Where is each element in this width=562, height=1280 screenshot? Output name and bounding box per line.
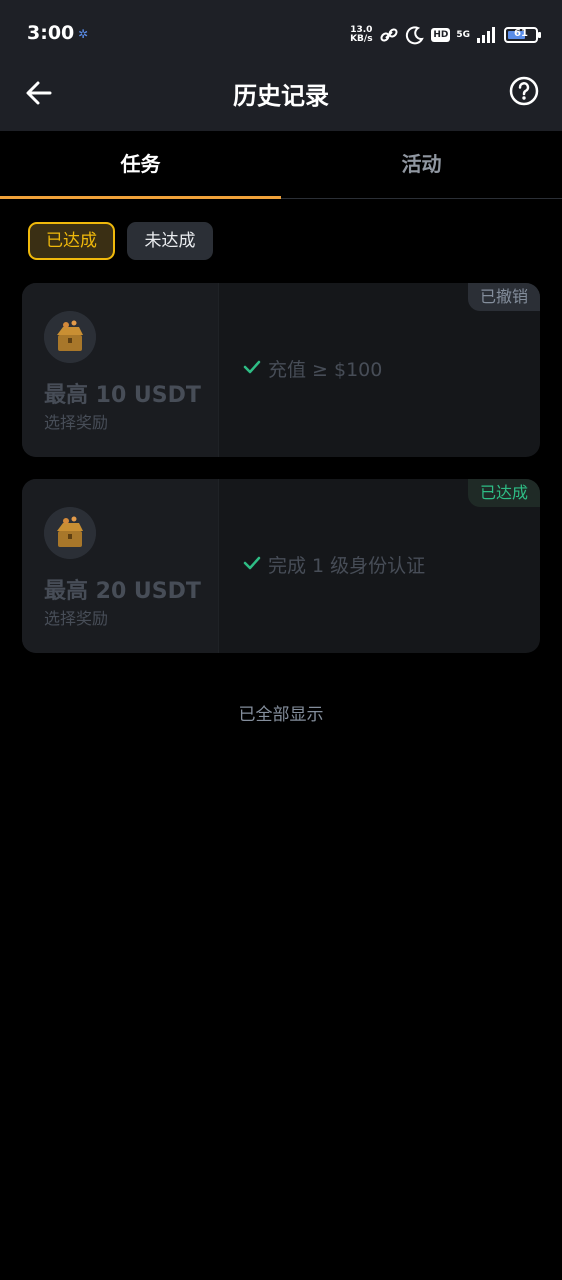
tab-tasks[interactable]: 任务: [0, 131, 281, 199]
app-bar: 历史记录: [0, 66, 562, 131]
card-divider: [218, 479, 219, 653]
reward-subtitle: 选择奖励: [44, 609, 109, 628]
all-shown-note: 已全部显示: [238, 705, 324, 725]
network-speed: 13.0 KB/s: [349, 26, 373, 44]
moon-icon: [406, 26, 425, 45]
task-requirement: 充值 ≥ $100: [268, 359, 383, 381]
reward-panel: 最高 10 USDT 选择奖励: [22, 283, 218, 457]
status-badge: 已撤销: [467, 283, 540, 311]
status-badge: 已达成: [467, 479, 540, 507]
battery-cap: [538, 32, 541, 38]
status-time: 3:00: [27, 22, 75, 44]
hd-icon: HD: [431, 28, 451, 42]
check-icon: [243, 556, 261, 570]
reward-title: 最高 20 USDT: [44, 579, 201, 604]
task-card[interactable]: 最高 20 USDT 选择奖励 完成 1 级身份认证 已达成: [22, 479, 540, 653]
reward-subtitle: 选择奖励: [44, 413, 109, 432]
network-type: 5G: [456, 29, 470, 40]
link-icon: [380, 28, 398, 42]
task-card[interactable]: 最高 10 USDT 选择奖励 充值 ≥ $100 已撤销: [22, 283, 540, 457]
status-icons: 13.0 KB/s HD 5G 61: [349, 22, 541, 48]
treasure-chest-icon: [44, 507, 96, 559]
notification-icon: ✲: [78, 27, 89, 41]
signal-icon: [477, 27, 495, 43]
tab-activities[interactable]: 活动: [281, 131, 562, 199]
help-icon[interactable]: [508, 75, 540, 107]
battery-icon: 61: [504, 27, 541, 43]
reward-panel: 最高 20 USDT 选择奖励: [22, 479, 218, 653]
page-title: 历史记录: [233, 82, 329, 110]
filter-not-achieved[interactable]: 未达成: [127, 222, 213, 260]
tab-bar: 任务 活动: [0, 131, 562, 199]
treasure-chest-icon: [44, 311, 96, 363]
filter-achieved[interactable]: 已达成: [28, 222, 115, 260]
battery-text: 61: [514, 28, 528, 39]
task-requirement: 完成 1 级身份认证: [268, 555, 426, 577]
network-speed-unit: KB/s: [350, 34, 373, 44]
check-icon: [243, 360, 261, 374]
card-divider: [218, 283, 219, 457]
tab-indicator: [0, 196, 281, 199]
reward-title: 最高 10 USDT: [44, 383, 201, 408]
status-bar: 3:00 ✲ 13.0 KB/s HD 5G 61: [0, 0, 562, 66]
